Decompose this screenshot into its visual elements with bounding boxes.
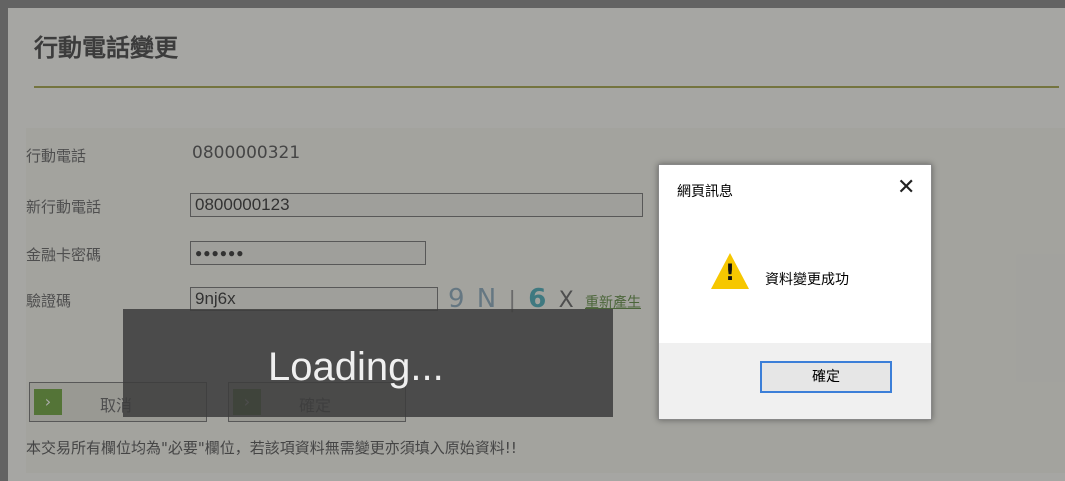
loading-text: Loading... [268,345,444,389]
close-icon[interactable]: ✕ [897,175,915,200]
web-message-dialog: 網頁訊息 ✕ ! 資料變更成功 確定 [658,164,932,420]
loading-overlay: Loading... [123,309,613,417]
dialog-title: 網頁訊息 [677,184,733,200]
dialog-ok-button[interactable]: 確定 [760,361,892,393]
warning-exclamation: ! [725,261,736,286]
dialog-message: 資料變更成功 [765,272,849,288]
